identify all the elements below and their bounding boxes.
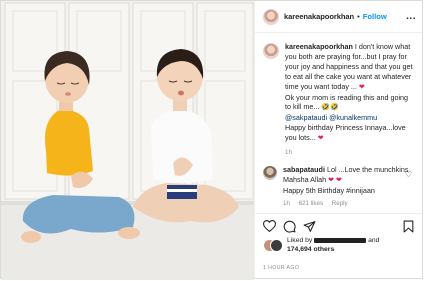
post-side-panel: kareenakapoorkhan • Follow ... kareenaka… [254,1,422,278]
follow-button[interactable]: Follow [363,12,387,21]
comment-text-2: Happy 5th Birthday #innijaan [283,185,375,195]
comment-likes[interactable]: 621 likes [299,200,323,207]
photo-illustration [1,1,254,280]
comment-body: sabapataudi Lol ...Love the munchkins Ma… [283,165,413,209]
caption-avatar[interactable] [263,43,279,59]
heart-icon[interactable] [263,220,276,232]
likes-text: Liked by and 174,694 others [287,237,379,254]
caption-username[interactable]: kareenakapoorkhan [285,42,353,51]
liker-avatar[interactable] [270,239,283,252]
redacted-username [314,237,367,243]
post-caption: kareenakapoorkhan I don't know what you … [263,42,416,158]
caption-line-2: Ok your mom is reading this and going to… [285,92,409,112]
comment-icon[interactable] [283,220,296,233]
heart-emoji-icon: ❤ [358,83,365,91]
commenter-username[interactable]: sabapataudi [283,165,325,174]
comment-meta: 1h 621 likes Reply [283,199,413,209]
likes-summary: Liked by and 174,694 others [263,237,379,254]
caption-time: 1h [285,149,292,157]
likes-prefix: Liked by [287,237,313,244]
heart-emoji-icon: ❤ ❤ [328,176,342,184]
comment-item: sabapataudi Lol ...Love the munchkins Ma… [263,165,416,209]
heart-emoji-icon: ❤ [317,135,324,143]
post-photo[interactable] [1,1,254,280]
mention-sakpataudi[interactable]: @sakpataudi [285,113,327,122]
laughing-emoji-icon: 🤣🤣 [321,104,339,112]
bookmark-icon[interactable] [403,220,414,233]
share-icon[interactable] [303,220,316,233]
post-header: kareenakapoorkhan • Follow ... [255,1,422,33]
liker-avatars [263,239,283,252]
caption-line-3: Happy birthday Princess Innaya...love yo… [285,123,406,143]
author-username[interactable]: kareenakapoorkhan [284,12,354,21]
action-bar [255,213,422,238]
likes-count[interactable]: 174,694 others [287,246,334,253]
post-timestamp: 1 HOUR AGO [263,265,300,271]
mention-kunalkemmu[interactable]: @kunalkemmu [329,113,377,122]
likes-suffix: and [368,237,380,244]
author-avatar[interactable] [263,8,279,25]
post-modal: kareenakapoorkhan • Follow ... kareenaka… [0,0,423,280]
more-options-icon[interactable]: ... [406,11,416,22]
comment-time: 1h [283,199,290,207]
comment-like-heart-icon[interactable]: ♡ [405,170,412,180]
separator-dot: • [357,12,360,21]
commenter-avatar[interactable] [263,166,277,180]
caption-body: kareenakapoorkhan I don't know what you … [285,42,416,158]
comment-reply-button[interactable]: Reply [332,200,348,207]
